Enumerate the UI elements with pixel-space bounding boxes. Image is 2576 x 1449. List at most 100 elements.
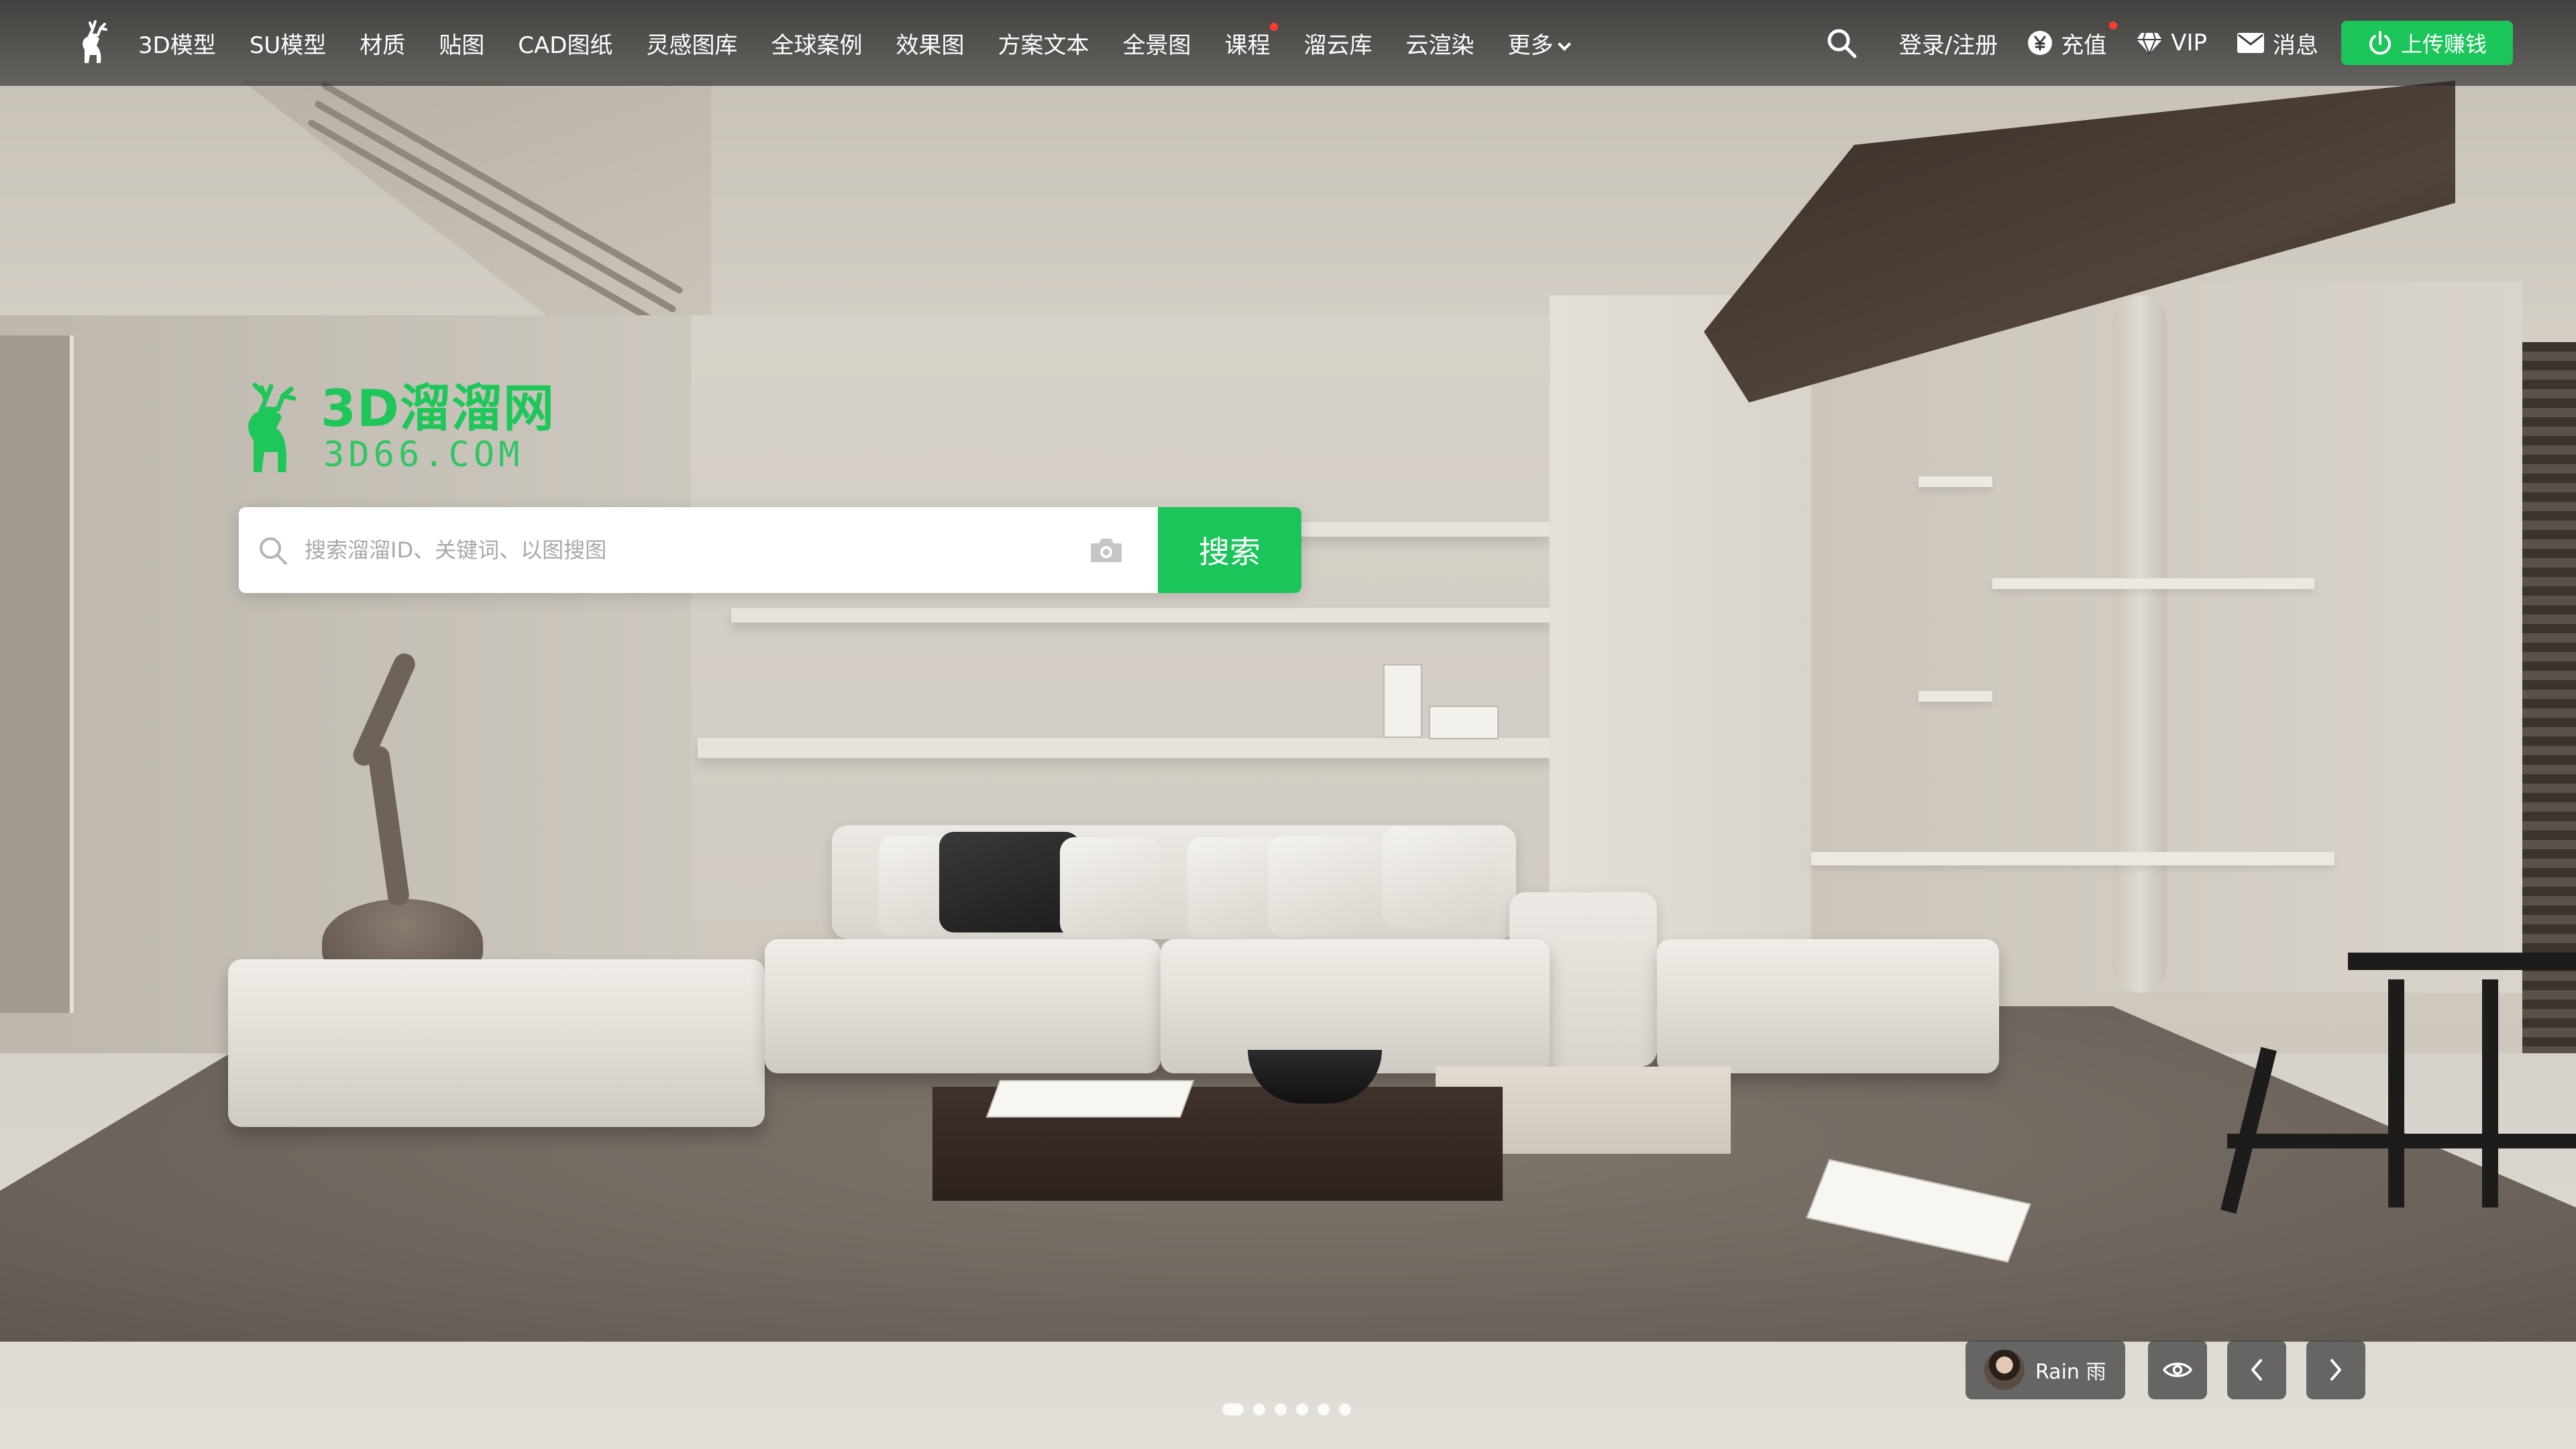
nav-proposal-docs[interactable]: 方案文本 <box>998 27 1089 60</box>
shelf-books <box>1383 664 1422 738</box>
niche-shelf <box>1919 476 1992 487</box>
chair-frame <box>2348 953 2576 970</box>
chair-frame <box>2482 979 2498 1208</box>
chair-frame <box>2227 1134 2576 1148</box>
shelf-books <box>1429 706 1499 739</box>
nav-renderings[interactable]: 效果图 <box>896 27 964 60</box>
nav-courses[interactable]: 课程 <box>1224 22 1279 60</box>
nav-item-label: 3D模型 <box>138 32 216 59</box>
carousel-dot[interactable] <box>1253 1403 1265 1415</box>
carousel-dot[interactable] <box>1318 1403 1330 1415</box>
messages-link[interactable]: 消息 <box>2237 27 2318 60</box>
vip-link[interactable]: VIP <box>2136 30 2207 56</box>
login-register-link[interactable]: 登录/注册 <box>1899 27 1998 60</box>
brand-name-en: 3D66.COM <box>323 435 524 475</box>
nav-more-label: 更多 <box>1507 32 1554 59</box>
nav-liuyun-library[interactable]: 溜云库 <box>1303 27 1372 60</box>
carousel-dot[interactable] <box>1275 1403 1287 1415</box>
login-label: 登录/注册 <box>1898 32 1998 59</box>
chair-frame <box>2388 979 2404 1208</box>
main-nav-menu: 3D模型 SU模型 材质 贴图 CAD图纸 灵感图库 全球案例 效果图 方案文本… <box>138 0 1603 86</box>
wall-shelf <box>731 608 1550 623</box>
vip-label: VIP <box>2171 30 2207 56</box>
nav-item-label: SU模型 <box>249 32 327 59</box>
recharge-label: 充值 <box>2061 32 2107 59</box>
preview-button[interactable] <box>2148 1340 2207 1399</box>
nav-cloud-render[interactable]: 云渲染 <box>1405 27 1474 60</box>
nav-item-label: 灵感图库 <box>646 32 738 59</box>
sofa-seat <box>1657 939 1999 1073</box>
search-button[interactable]: 搜索 <box>1158 507 1301 593</box>
next-slide-button[interactable] <box>2306 1340 2365 1399</box>
search-icon[interactable] <box>1825 27 1858 59</box>
deer-logo-icon <box>248 382 297 472</box>
nav-textures[interactable]: 贴图 <box>439 27 484 60</box>
nav-item-label: 全景图 <box>1122 32 1191 59</box>
carousel-dot[interactable] <box>1222 1403 1244 1415</box>
sofa-seat <box>228 959 765 1127</box>
diamond-icon <box>2137 32 2163 54</box>
nav-global-cases[interactable]: 全球案例 <box>771 27 862 60</box>
envelope-icon <box>2237 33 2264 53</box>
nav-item-label: CAD图纸 <box>518 32 613 59</box>
niche-shelf <box>1992 578 2314 589</box>
yen-coin-icon <box>2028 31 2053 55</box>
chevron-left-icon <box>2251 1359 2262 1381</box>
nav-more-dropdown[interactable]: 更多 <box>1507 27 1572 60</box>
niche-shelf <box>1919 691 1992 702</box>
nav-item-label: 全球案例 <box>771 32 863 59</box>
nav-cad-drawings[interactable]: CAD图纸 <box>518 27 612 60</box>
carousel-dot[interactable] <box>1296 1403 1308 1415</box>
author-chip[interactable]: Rain 雨 <box>1966 1340 2125 1399</box>
nav-inspiration-gallery[interactable]: 灵感图库 <box>646 27 737 60</box>
camera-icon[interactable] <box>1088 535 1124 565</box>
nav-item-label: 云渲染 <box>1405 32 1474 59</box>
nav-su-model[interactable]: SU模型 <box>250 27 326 60</box>
brand-logo: 3D溜溜网 3D66.COM <box>235 376 554 476</box>
pillow-dark <box>939 832 1080 932</box>
nav-item-label: 效果图 <box>896 32 965 59</box>
chevron-right-icon <box>2330 1359 2341 1381</box>
avatar <box>1984 1350 2025 1390</box>
nav-item-label: 课程 <box>1224 32 1271 59</box>
pillow <box>1060 837 1161 938</box>
nav-item-label: 方案文本 <box>998 32 1089 59</box>
brand-name-cn: 3D溜溜网 <box>321 378 555 438</box>
nav-materials[interactable]: 材质 <box>360 27 405 60</box>
top-navigation-bar: 3D模型 SU模型 材质 贴图 CAD图纸 灵感图库 全球案例 效果图 方案文本… <box>0 0 2576 86</box>
eye-icon <box>2163 1362 2192 1377</box>
nav-panoramas[interactable]: 全景图 <box>1122 27 1191 60</box>
niche-shelf <box>1811 852 2334 865</box>
upload-earn-button[interactable]: 上传赚钱 <box>2341 21 2513 65</box>
pillow <box>1268 836 1382 936</box>
author-name: Rain 雨 <box>2035 1360 2106 1384</box>
left-cabinet <box>0 335 74 1013</box>
pillow <box>1382 826 1496 927</box>
right-niche <box>1811 282 2522 993</box>
carousel-dot[interactable] <box>1339 1403 1351 1415</box>
hero-search-box: 搜索 <box>239 507 1301 593</box>
round-post <box>2113 295 2167 993</box>
search-field <box>239 507 1158 593</box>
nav-item-label: 溜云库 <box>1303 32 1373 59</box>
nav-item-label: 材质 <box>360 32 406 59</box>
wall-shelf <box>698 738 1550 758</box>
upload-label: 上传赚钱 <box>2400 32 2487 57</box>
recharge-link[interactable]: 充值 <box>2027 21 2118 60</box>
prev-slide-button[interactable] <box>2227 1340 2286 1399</box>
sofa-seat <box>765 939 1161 1073</box>
chevron-down-icon <box>1558 37 1572 51</box>
search-button-label: 搜索 <box>1199 534 1260 570</box>
hero-background-image <box>0 0 2576 1449</box>
notification-dot <box>1270 22 1279 31</box>
pillow <box>1187 837 1281 938</box>
open-book <box>985 1080 1195 1118</box>
nav-3d-model[interactable]: 3D模型 <box>138 27 216 60</box>
search-icon <box>260 537 287 565</box>
search-input[interactable] <box>239 507 977 593</box>
power-upload-icon <box>2369 31 2391 55</box>
carousel-dots <box>1222 1403 1360 1415</box>
deer-logo-icon[interactable] <box>70 19 115 67</box>
nav-right-actions: 登录/注册 充值 VIP 消息 上传赚钱 <box>1825 0 2513 86</box>
messages-label: 消息 <box>2273 32 2318 59</box>
